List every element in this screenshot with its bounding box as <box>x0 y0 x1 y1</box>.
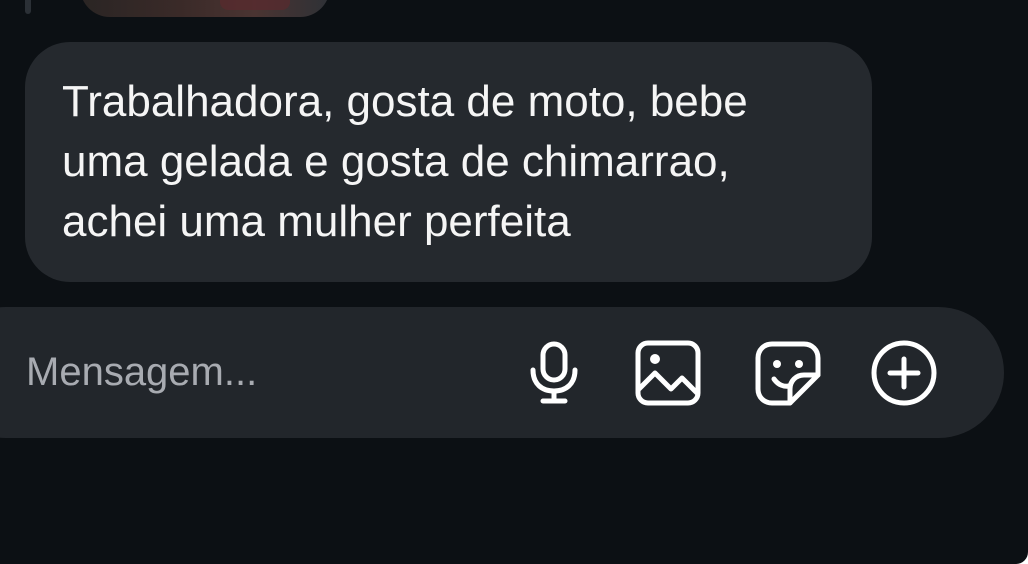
message-text-line: uma gelada e gosta de chimarrao, <box>62 137 730 186</box>
sticker-icon <box>755 340 821 406</box>
gallery-icon <box>635 340 701 406</box>
scroll-indicator[interactable] <box>25 0 31 14</box>
shared-image-preview[interactable] <box>80 0 330 17</box>
message-input[interactable] <box>26 307 486 438</box>
sticker-button[interactable] <box>755 340 821 406</box>
gallery-button[interactable] <box>635 340 701 406</box>
more-options-button[interactable] <box>871 340 937 406</box>
dm-thread-screen: Trabalhadora, gosta de moto, bebe uma ge… <box>0 0 1028 564</box>
microphone-icon <box>527 340 581 406</box>
received-message-bubble[interactable]: Trabalhadora, gosta de moto, bebe uma ge… <box>25 42 872 282</box>
voice-message-button[interactable] <box>521 340 587 406</box>
plus-circle-icon <box>870 339 938 407</box>
message-text-line: achei uma mulher perfeita <box>62 197 571 246</box>
screen-corner <box>1016 552 1028 564</box>
message-composer <box>0 307 1004 438</box>
message-text-line: Trabalhadora, gosta de moto, bebe <box>62 77 748 126</box>
